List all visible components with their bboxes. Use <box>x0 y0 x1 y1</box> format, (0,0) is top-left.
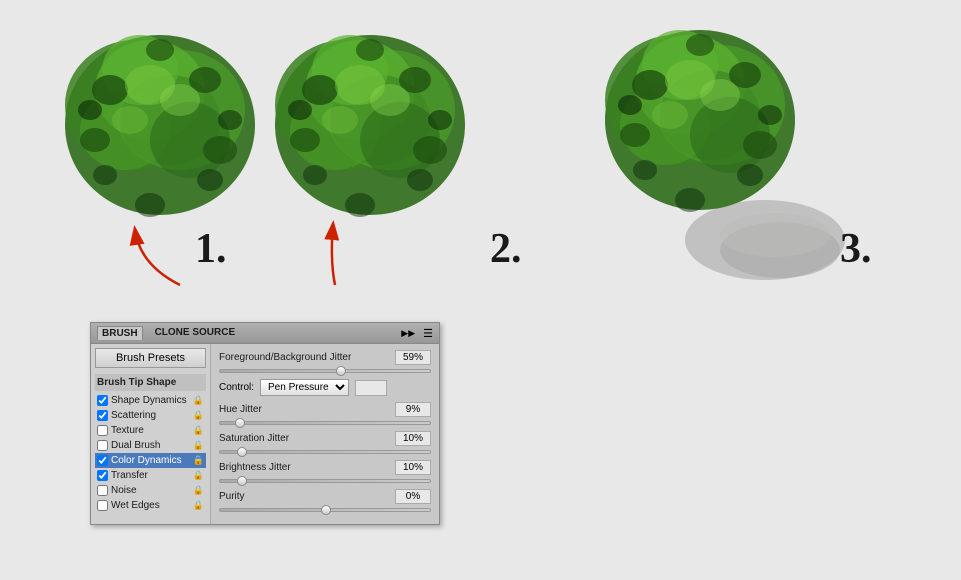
purity-value: 0% <box>395 489 431 504</box>
arrow-1-svg <box>120 215 200 295</box>
color-dynamics-label: Color Dynamics <box>111 455 182 466</box>
panel-titlebar: BRUSH CLONE SOURCE ▶▶ ☰ <box>91 323 439 344</box>
illustration-area: 1. 2. <box>0 0 961 320</box>
saturation-jitter-label: Saturation Jitter <box>219 433 395 444</box>
wet-edges-item[interactable]: Wet Edges 🔒 <box>95 498 206 513</box>
control-input[interactable] <box>355 380 387 396</box>
hue-jitter-value: 9% <box>395 402 431 417</box>
scattering-item[interactable]: Scattering 🔒 <box>95 408 206 423</box>
color-dynamics-item[interactable]: Color Dynamics 🔒 <box>95 453 206 468</box>
brightness-jitter-slider[interactable] <box>219 479 431 483</box>
scattering-checkbox[interactable] <box>97 410 108 421</box>
panel-icons: ▶▶ ☰ <box>401 327 433 340</box>
tree-1-svg <box>50 10 270 250</box>
noise-label: Noise <box>111 485 137 496</box>
label-3: 3. <box>840 225 872 273</box>
purity-slider[interactable] <box>219 508 431 512</box>
brush-panel: BRUSH CLONE SOURCE ▶▶ ☰ Brush Presets Br… <box>90 322 440 525</box>
fg-bg-jitter-thumb[interactable] <box>336 366 346 376</box>
label-2: 2. <box>490 225 522 273</box>
panel-tabs: BRUSH CLONE SOURCE <box>97 326 239 340</box>
tree-3-svg <box>590 0 860 290</box>
saturation-jitter-slider[interactable] <box>219 450 431 454</box>
shape-dynamics-item[interactable]: Shape Dynamics 🔒 <box>95 393 206 408</box>
brush-tip-shape-header: Brush Tip Shape <box>95 374 206 391</box>
texture-label: Texture <box>111 425 144 436</box>
saturation-jitter-row: Saturation Jitter 10% <box>219 431 431 446</box>
transfer-label: Transfer <box>111 470 148 481</box>
menu-icon[interactable]: ☰ <box>423 327 433 340</box>
control-subrow: Control: Pen Pressure <box>219 379 431 396</box>
scattering-lock: 🔒 <box>193 410 204 421</box>
noise-checkbox[interactable] <box>97 485 108 496</box>
panel-left: Brush Presets Brush Tip Shape Shape Dyna… <box>91 344 211 524</box>
hue-jitter-slider[interactable] <box>219 421 431 425</box>
fg-bg-jitter-row: Foreground/Background Jitter 59% <box>219 350 431 365</box>
transfer-lock: 🔒 <box>193 470 204 481</box>
wet-edges-lock: 🔒 <box>193 500 204 511</box>
hue-jitter-row: Hue Jitter 9% <box>219 402 431 417</box>
noise-item[interactable]: Noise 🔒 <box>95 483 206 498</box>
dual-brush-label: Dual Brush <box>111 440 160 451</box>
brightness-jitter-label: Brightness Jitter <box>219 462 395 473</box>
hue-jitter-label: Hue Jitter <box>219 404 395 415</box>
tab-brush[interactable]: BRUSH <box>97 326 143 340</box>
color-dynamics-lock: 🔒 <box>193 455 204 466</box>
forward-icon[interactable]: ▶▶ <box>401 328 415 339</box>
purity-label: Purity <box>219 491 395 502</box>
panel-right: Foreground/Background Jitter 59% Control… <box>211 344 439 524</box>
control-label-text: Control: <box>219 382 254 393</box>
texture-lock: 🔒 <box>193 425 204 436</box>
brightness-jitter-value: 10% <box>395 460 431 475</box>
transfer-checkbox[interactable] <box>97 470 108 481</box>
tree-2-svg <box>260 10 480 250</box>
texture-item[interactable]: Texture 🔒 <box>95 423 206 438</box>
brightness-jitter-row: Brightness Jitter 10% <box>219 460 431 475</box>
fg-bg-jitter-slider[interactable] <box>219 369 431 373</box>
hue-jitter-thumb[interactable] <box>235 418 245 428</box>
tab-clone-source[interactable]: CLONE SOURCE <box>151 326 240 340</box>
wet-edges-checkbox[interactable] <box>97 500 108 511</box>
noise-lock: 🔒 <box>193 485 204 496</box>
fg-bg-jitter-value: 59% <box>395 350 431 365</box>
scattering-label: Scattering <box>111 410 156 421</box>
brush-presets-button[interactable]: Brush Presets <box>95 348 206 368</box>
dual-brush-lock: 🔒 <box>193 440 204 451</box>
purity-thumb[interactable] <box>321 505 331 515</box>
label-1: 1. <box>195 225 227 273</box>
dual-brush-item[interactable]: Dual Brush 🔒 <box>95 438 206 453</box>
transfer-item[interactable]: Transfer 🔒 <box>95 468 206 483</box>
texture-checkbox[interactable] <box>97 425 108 436</box>
saturation-jitter-thumb[interactable] <box>237 447 247 457</box>
shape-dynamics-checkbox[interactable] <box>97 395 108 406</box>
pen-pressure-select[interactable]: Pen Pressure <box>260 379 349 396</box>
brightness-jitter-thumb[interactable] <box>237 476 247 486</box>
fg-bg-jitter-label: Foreground/Background Jitter <box>219 352 395 363</box>
panel-body: Brush Presets Brush Tip Shape Shape Dyna… <box>91 344 439 524</box>
wet-edges-label: Wet Edges <box>111 500 160 511</box>
purity-row: Purity 0% <box>219 489 431 504</box>
shape-dynamics-label: Shape Dynamics <box>111 395 187 406</box>
dual-brush-checkbox[interactable] <box>97 440 108 451</box>
saturation-jitter-value: 10% <box>395 431 431 446</box>
color-dynamics-checkbox[interactable] <box>97 455 108 466</box>
shape-dynamics-lock: 🔒 <box>193 395 204 406</box>
